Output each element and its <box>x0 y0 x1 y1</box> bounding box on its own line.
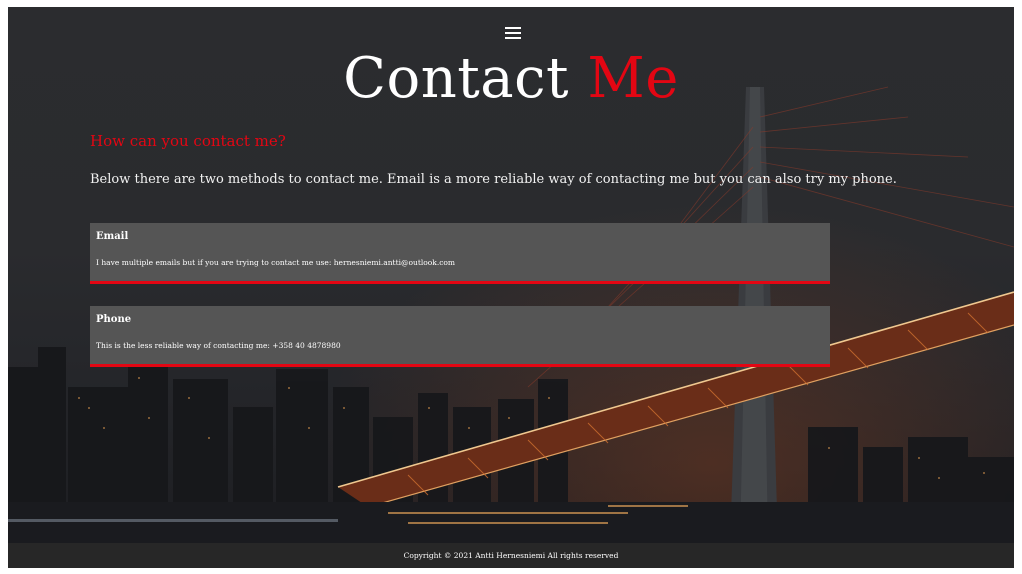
title-accent: Me <box>587 46 679 111</box>
phone-text: This is the less reliable way of contact… <box>96 341 341 350</box>
footer: Copyright © 2021 Antti Hernesniemi All r… <box>8 543 1014 568</box>
hamburger-menu-icon[interactable] <box>505 27 521 41</box>
section-heading: How can you contact me? <box>90 132 286 150</box>
email-label: Email <box>96 231 129 242</box>
phone-label: Phone <box>96 314 132 325</box>
page-frame: Contact Me How can you contact me? Below… <box>8 7 1014 568</box>
phone-card: Phone This is the less reliable way of c… <box>90 306 830 367</box>
copyright-text: Copyright © 2021 Antti Hernesniemi All r… <box>403 551 619 560</box>
email-card: Email I have multiple emails but if you … <box>90 223 830 284</box>
title-main: Contact <box>343 46 570 111</box>
intro-text: Below there are two methods to contact m… <box>90 172 897 187</box>
email-text: I have multiple emails but if you are tr… <box>96 258 456 267</box>
page-title: Contact Me <box>8 47 1014 111</box>
